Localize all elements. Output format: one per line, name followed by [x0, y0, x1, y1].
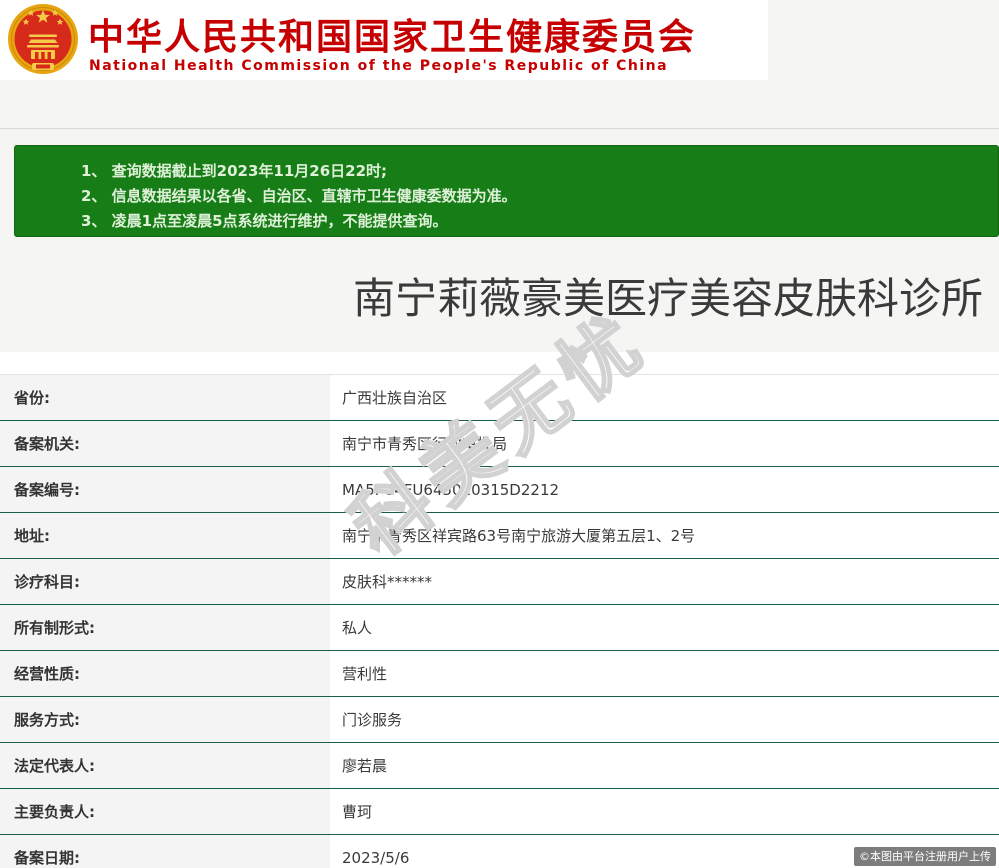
institution-name-title: 南宁莉薇豪美医疗美容皮肤科诊所 — [353, 274, 984, 323]
notice-line: 1、 查询数据截止到2023年11月26日22时; — [81, 162, 388, 180]
table-row: 备案机关: 南宁市青秀区行政审批局 — [0, 421, 999, 467]
table-row: 法定代表人: 廖若晨 — [0, 743, 999, 789]
field-value: 私人 — [330, 605, 999, 650]
upload-credit-badge: ©本图由平台注册用户上传 — [854, 847, 996, 866]
field-value: 营利性 — [330, 651, 999, 696]
table-row: 地址: 南宁市青秀区祥宾路63号南宁旅游大厦第五层1、2号 — [0, 513, 999, 559]
site-header: 中华人民共和国国家卫生健康委员会 National Health Commiss… — [0, 0, 999, 80]
field-value: 广西壮族自治区 — [330, 375, 999, 420]
field-label: 服务方式: — [0, 697, 330, 742]
horizontal-divider — [0, 128, 999, 129]
table-row: 省份: 广西壮族自治区 — [0, 375, 999, 421]
field-label: 省份: — [0, 375, 330, 420]
field-value: MA5PC4FU645010315D2212 — [330, 467, 999, 512]
table-row: 主要负责人: 曹珂 — [0, 789, 999, 835]
field-label: 诊疗科目: — [0, 559, 330, 604]
table-row: 诊疗科目: 皮肤科****** — [0, 559, 999, 605]
site-title-english: National Health Commission of the People… — [89, 58, 669, 74]
field-label: 备案日期: — [0, 835, 330, 868]
field-label: 法定代表人: — [0, 743, 330, 788]
field-label: 所有制形式: — [0, 605, 330, 650]
query-result-section: 1、 查询数据截止到2023年11月26日22时; 2、 信息数据结果以各省、自… — [0, 80, 999, 352]
table-row: 备案编号: MA5PC4FU645010315D2212 — [0, 467, 999, 513]
field-value: 廖若晨 — [330, 743, 999, 788]
site-title-chinese: 中华人民共和国国家卫生健康委员会 — [88, 17, 697, 58]
record-table: 省份: 广西壮族自治区 备案机关: 南宁市青秀区行政审批局 备案编号: MA5P… — [0, 374, 999, 868]
field-label: 经营性质: — [0, 651, 330, 696]
table-row: 服务方式: 门诊服务 — [0, 697, 999, 743]
field-value: 皮肤科****** — [330, 559, 999, 604]
field-label: 地址: — [0, 513, 330, 558]
field-label: 主要负责人: — [0, 789, 330, 834]
china-national-emblem-icon — [6, 2, 80, 78]
site-header-banner: 中华人民共和国国家卫生健康委员会 National Health Commiss… — [0, 0, 768, 80]
field-value: 曹珂 — [330, 789, 999, 834]
field-value: 南宁市青秀区行政审批局 — [330, 421, 999, 466]
field-value: 南宁市青秀区祥宾路63号南宁旅游大厦第五层1、2号 — [330, 513, 999, 558]
field-label: 备案机关: — [0, 421, 330, 466]
table-row: 备案日期: 2023/5/6 — [0, 835, 999, 868]
field-label: 备案编号: — [0, 467, 330, 512]
notice-line: 2、 信息数据结果以各省、自治区、直辖市卫生健康委数据为准。 — [81, 187, 517, 205]
notice-line: 3、 凌晨1点至凌晨5点系统进行维护，不能提供查询。 — [81, 212, 448, 230]
notice-box: 1、 查询数据截止到2023年11月26日22时; 2、 信息数据结果以各省、自… — [14, 145, 999, 237]
page: 中华人民共和国国家卫生健康委员会 National Health Commiss… — [0, 0, 999, 868]
field-value: 门诊服务 — [330, 697, 999, 742]
table-row: 经营性质: 营利性 — [0, 651, 999, 697]
table-row: 所有制形式: 私人 — [0, 605, 999, 651]
